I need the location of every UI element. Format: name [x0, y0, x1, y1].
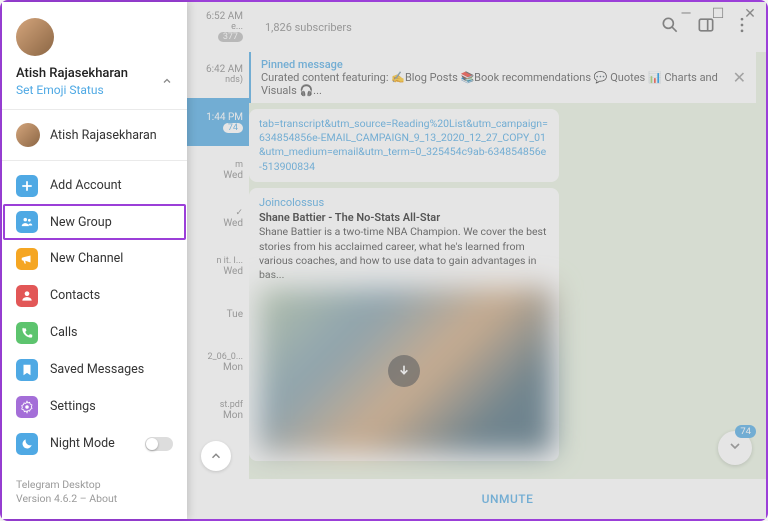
pinned-title: Pinned message — [261, 58, 729, 71]
gear-icon — [16, 396, 38, 418]
chat-time: Mon — [223, 410, 243, 421]
megaphone-icon — [16, 248, 38, 270]
chat-item[interactable]: n it. I...Wed — [187, 242, 249, 290]
profile-name: Atish Rajasekharan — [16, 66, 128, 81]
chat-time: Mon — [223, 362, 243, 373]
window-controls: — ☐ ✕ — [670, 2, 766, 26]
group-icon — [16, 211, 38, 233]
menu-add-account[interactable]: Add Account — [2, 167, 187, 204]
app-footer: Telegram Desktop Version 4.6.2 – About — [2, 466, 187, 519]
chat-item[interactable]: Tue — [187, 290, 249, 338]
menu-label: New Channel — [50, 251, 123, 266]
menu-settings[interactable]: Settings — [2, 388, 187, 425]
person-icon — [16, 285, 38, 307]
menu-label: Add Account — [50, 178, 122, 193]
chat-item[interactable]: 6:42 AMnds) — [187, 50, 249, 98]
menu-label: Calls — [50, 325, 77, 340]
close-button[interactable]: ✕ — [734, 2, 766, 26]
pinned-message[interactable]: Pinned message Curated content featuring… — [249, 52, 756, 103]
bottom-bar: UNMUTE — [249, 479, 766, 519]
menu-label: New Group — [50, 215, 112, 230]
minimize-button[interactable]: — — [670, 2, 702, 26]
night-mode-toggle[interactable] — [145, 437, 173, 451]
chat-item[interactable]: 6:52 AMe...377 — [187, 2, 249, 50]
menu-night-mode[interactable]: Night Mode — [2, 425, 187, 462]
chat-snippet: m — [235, 160, 243, 170]
message-link[interactable]: tab=transcript&utm_source=Reading%20List… — [259, 117, 549, 174]
menu-calls[interactable]: Calls — [2, 314, 187, 351]
unread-badge: 74 — [223, 123, 243, 133]
chat-snippet: 2_06_0... — [208, 352, 243, 362]
unread-badge: 377 — [218, 32, 243, 42]
app-version[interactable]: Version 4.6.2 – About — [16, 492, 173, 507]
chat-item[interactable]: 2_06_0...Mon — [187, 338, 249, 386]
menu-label: Night Mode — [50, 436, 115, 451]
chat-item[interactable]: st.pdfMon — [187, 386, 249, 434]
chat-item[interactable]: ✓Wed — [187, 194, 249, 242]
chat-time: 6:52 AM — [206, 11, 243, 22]
scroll-to-bottom-button[interactable]: 74 — [718, 431, 752, 465]
chat-time: Wed — [223, 218, 243, 229]
chat-main: 1,826 subscribers Pinned message Curated… — [249, 2, 766, 519]
chat-snippet: nds) — [225, 75, 243, 85]
chat-time: Wed — [223, 266, 243, 277]
collapse-chatlist-button[interactable] — [201, 441, 231, 471]
avatar[interactable] — [16, 18, 54, 56]
profile-section: Atish Rajasekharan Set Emoji Status — [2, 2, 187, 103]
plus-icon — [16, 175, 38, 197]
message-body: Shane Battier is a two-time NBA Champion… — [259, 225, 549, 282]
divider — [2, 109, 187, 110]
account-name: Atish Rajasekharan — [50, 128, 157, 143]
divider — [2, 160, 187, 161]
phone-icon — [16, 322, 38, 344]
chat-snippet: n it. I... — [216, 256, 243, 266]
chat-item[interactable]: mWed — [187, 146, 249, 194]
chat-snippet: e... — [231, 22, 243, 32]
set-emoji-status-link[interactable]: Set Emoji Status — [16, 83, 128, 97]
subscriber-count: 1,826 subscribers — [265, 21, 352, 34]
unmute-button[interactable]: UNMUTE — [482, 492, 534, 506]
menu-saved-messages[interactable]: Saved Messages — [2, 351, 187, 388]
app-name: Telegram Desktop — [16, 478, 173, 493]
unread-badge: 74 — [735, 425, 756, 438]
message-source: Joincolossus — [259, 196, 549, 211]
chevron-up-icon[interactable] — [161, 72, 173, 91]
avatar-small — [16, 123, 40, 147]
message-title: Shane Battier - The No-Stats All-Star — [259, 211, 549, 226]
menu-label: Contacts — [50, 288, 100, 303]
message-area: tab=transcript&utm_source=Reading%20List… — [249, 109, 766, 479]
chat-snippet: ✓ — [235, 208, 243, 218]
pinned-content: Curated content featuring: ✍️Blog Posts … — [261, 71, 718, 97]
menu-label: Settings — [50, 399, 96, 414]
chat-time: 6:42 AM — [206, 64, 243, 75]
account-row[interactable]: Atish Rajasekharan — [2, 116, 187, 154]
message-bubble[interactable]: tab=transcript&utm_source=Reading%20List… — [249, 109, 559, 182]
close-icon[interactable]: ✕ — [733, 68, 746, 87]
message-bubble[interactable]: Joincolossus Shane Battier - The No-Stat… — [249, 188, 559, 461]
chat-snippet: st.pdf — [220, 400, 243, 410]
chat-item-active[interactable]: 1:44 PM74 — [187, 98, 249, 146]
moon-icon — [16, 433, 38, 455]
menu-label: Saved Messages — [50, 362, 144, 377]
chevron-down-icon — [727, 438, 743, 458]
menu-new-group[interactable]: New Group — [3, 204, 186, 240]
download-icon[interactable] — [388, 355, 420, 387]
chat-time: 1:44 PM — [206, 112, 243, 123]
main-menu: Atish Rajasekharan Set Emoji Status Atis… — [2, 2, 187, 519]
menu-new-channel[interactable]: New Channel — [2, 240, 187, 277]
maximize-button[interactable]: ☐ — [702, 2, 734, 26]
menu-contacts[interactable]: Contacts — [2, 277, 187, 314]
chat-time: Tue — [227, 309, 243, 320]
bookmark-icon — [16, 359, 38, 381]
chat-time: Wed — [223, 170, 243, 181]
